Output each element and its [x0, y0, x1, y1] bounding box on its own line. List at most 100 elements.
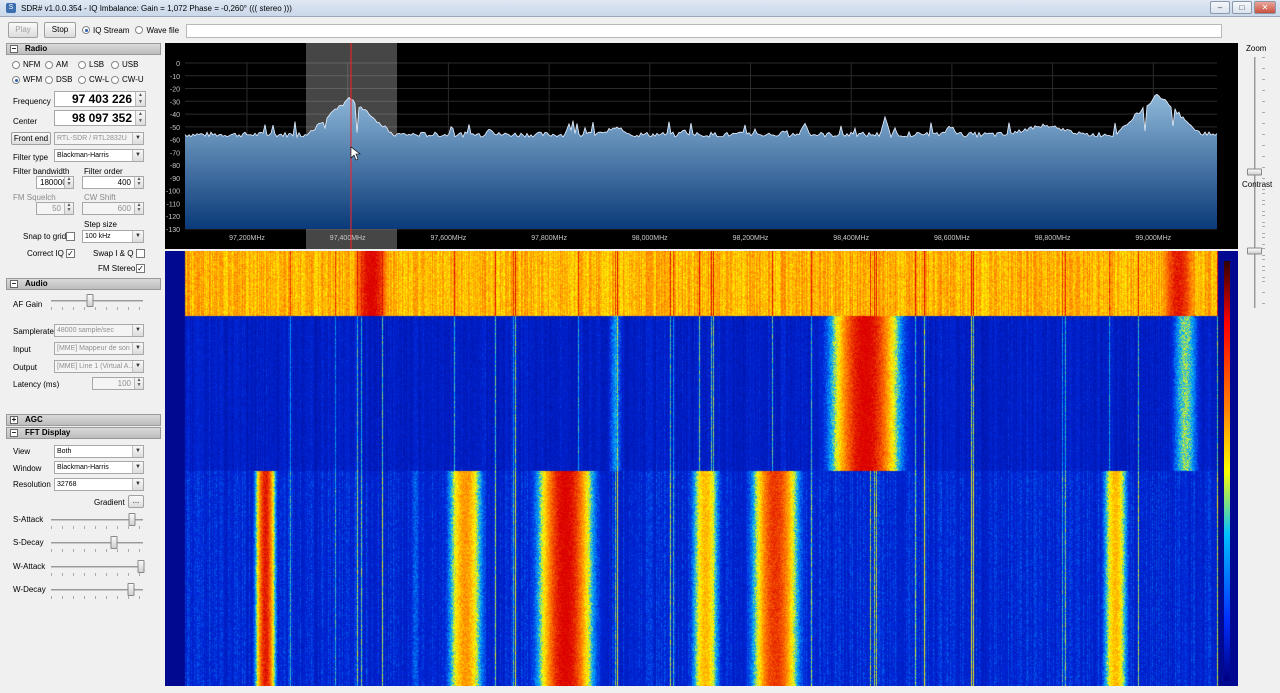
spinner-icon[interactable]: ▲ ▼	[134, 203, 143, 214]
db-tick-label: -120	[166, 214, 180, 221]
latency-field[interactable]: 100 ▲ ▼	[92, 377, 144, 390]
contrast-slider[interactable]	[1245, 193, 1265, 308]
slider-thumb[interactable]	[128, 513, 136, 526]
view-combo[interactable]: Both ▼	[54, 445, 144, 458]
fm-squelch-field[interactable]: 50 ▲ ▼	[36, 202, 74, 215]
filter-type-value: Blackman-Harris	[57, 152, 109, 159]
waterfall-canvas[interactable]	[165, 251, 1238, 686]
zoom-label: Zoom	[1246, 44, 1267, 53]
front-end-button[interactable]: Front end	[11, 132, 51, 145]
chevron-down-icon: ▼	[132, 479, 143, 490]
swap-iq-checkbox[interactable]	[136, 249, 145, 258]
chevron-down-icon: ▼	[132, 133, 143, 144]
spinner-icon[interactable]: ▲ ▼	[134, 177, 143, 188]
wave-file-path-field[interactable]	[186, 24, 1222, 38]
db-tick-label: -30	[170, 99, 180, 106]
spinner-icon[interactable]: ▲ ▼	[64, 203, 73, 214]
play-button[interactable]: Play	[8, 22, 38, 38]
freq-tick-label: 98,800MHz	[1035, 235, 1071, 242]
chevron-down-icon: ▼	[132, 150, 143, 161]
db-tick-label: -60	[170, 138, 180, 145]
slider-ticks	[51, 573, 143, 576]
front-end-value: RTL-SDR / RTL2832U	[57, 135, 127, 142]
mode-radio-nfm[interactable]: NFM	[12, 60, 40, 69]
db-tick-label: 0	[176, 61, 180, 68]
w-decay-slider[interactable]	[51, 583, 143, 599]
mode-radio-dsb[interactable]: DSB	[45, 75, 72, 84]
cw-shift-value: 600	[117, 204, 131, 213]
snap-to-grid-checkbox[interactable]	[66, 232, 75, 241]
center-value: 98 097 352	[71, 111, 132, 125]
center-field[interactable]: 98 097 352 ▲ ▼	[54, 110, 146, 126]
spectrum-plot[interactable]: 0 -10 -20 -30 -40 -50 -60 -70 -80 -90 -100 -110 -120…	[165, 43, 1238, 249]
waterfall-gradient-bar	[1224, 261, 1230, 681]
mode-radio-cw-u[interactable]: CW-U	[111, 75, 144, 84]
maximize-icon[interactable]: □	[1232, 1, 1252, 14]
db-tick-label: -110	[167, 201, 181, 208]
frequency-label: Frequency	[13, 97, 51, 106]
front-end-combo[interactable]: RTL-SDR / RTL2832U ▼	[54, 132, 144, 145]
af-gain-slider[interactable]	[51, 294, 143, 310]
db-tick-label: -130	[166, 227, 180, 234]
samplerate-combo[interactable]: 48000 sample/sec ▼	[54, 324, 144, 337]
iq-stream-label: IQ Stream	[93, 25, 130, 35]
input-value: [MME] Mappeur de son	[57, 345, 130, 352]
cw-shift-field[interactable]: 600 ▲ ▼	[82, 202, 144, 215]
mode-radio-usb[interactable]: USB	[111, 60, 138, 69]
mode-radio-wfm[interactable]: WFM	[12, 75, 42, 84]
fm-stereo-checkbox[interactable]: ✓	[136, 264, 145, 273]
filter-order-field[interactable]: 400 ▲ ▼	[82, 176, 144, 189]
correct-iq-checkbox[interactable]: ✓	[66, 249, 75, 258]
gradient-button[interactable]: ...	[128, 495, 144, 508]
spinner-icon[interactable]: ▲ ▼	[135, 92, 145, 106]
audio-section-header[interactable]: – Audio	[6, 278, 161, 290]
slider-thumb[interactable]	[137, 560, 145, 573]
wave-file-radio[interactable]: Wave file	[135, 26, 179, 35]
w-attack-slider[interactable]	[51, 560, 145, 576]
slider-thumb[interactable]	[86, 294, 94, 307]
swap-iq-label: Swap I & Q	[93, 249, 134, 258]
radio-dot-icon	[45, 60, 53, 69]
filter-type-label: Filter type	[13, 153, 49, 162]
stop-button[interactable]: Stop	[44, 22, 76, 38]
slider-thumb[interactable]	[127, 583, 135, 596]
spinner-icon[interactable]: ▲ ▼	[135, 111, 145, 125]
filter-type-combo[interactable]: Blackman-Harris ▼	[54, 149, 144, 162]
fm-stereo-label: FM Stereo	[98, 264, 136, 273]
s-decay-slider[interactable]	[51, 536, 143, 552]
radio-dot-icon	[45, 75, 53, 84]
minimize-icon[interactable]: –	[1210, 1, 1230, 14]
output-combo[interactable]: [MME] Line 1 (Virtual A... ▼	[54, 360, 144, 373]
s-attack-slider[interactable]	[51, 513, 143, 529]
mode-radio-cw-l[interactable]: CW-L	[78, 75, 109, 84]
mode-radio-lsb[interactable]: LSB	[78, 60, 104, 69]
radio-section-header[interactable]: – Radio	[6, 43, 161, 55]
fft-display-section-title: FFT Display	[25, 428, 71, 437]
mode-radio-am[interactable]: AM	[45, 60, 68, 69]
input-combo[interactable]: [MME] Mappeur de son ▼	[54, 342, 144, 355]
control-panel: – Radio NFM AM LSB USB WFM DSB CW-L CW-U Frequen…	[6, 43, 161, 683]
resolution-combo[interactable]: 32768 ▼	[54, 478, 144, 491]
slider-thumb[interactable]	[110, 536, 118, 549]
slider-thumb[interactable]	[1247, 247, 1262, 254]
spinner-icon[interactable]: ▲ ▼	[134, 378, 143, 389]
filter-bandwidth-field[interactable]: 180000 ▲ ▼	[36, 176, 74, 189]
spinner-icon[interactable]: ▲ ▼	[64, 177, 73, 188]
radio-dot-icon	[12, 60, 20, 69]
fft-display-section-header[interactable]: – FFT Display	[6, 427, 161, 439]
db-tick-label: -80	[170, 163, 180, 170]
slider-thumb[interactable]	[1247, 168, 1262, 176]
slider-ticks	[51, 549, 143, 552]
af-gain-label: AF Gain	[13, 300, 43, 309]
window-combo[interactable]: Blackman-Harris ▼	[54, 461, 144, 474]
iq-stream-radio[interactable]: IQ Stream	[82, 26, 129, 35]
waterfall-display[interactable]	[165, 251, 1238, 686]
spectrum-analyzer[interactable]: 0 -10 -20 -30 -40 -50 -60 -70 -80 -90 -100 -110 -120…	[165, 43, 1238, 249]
close-icon[interactable]: ✕	[1254, 1, 1276, 14]
frequency-field[interactable]: 97 403 226 ▲ ▼	[54, 91, 146, 107]
fm-squelch-value: 50	[52, 204, 61, 213]
cw-shift-label: CW Shift	[84, 193, 116, 202]
step-size-combo[interactable]: 100 kHz ▼	[82, 230, 144, 243]
frequency-value: 97 403 226	[71, 92, 132, 106]
agc-section-header[interactable]: + AGC	[6, 414, 161, 426]
